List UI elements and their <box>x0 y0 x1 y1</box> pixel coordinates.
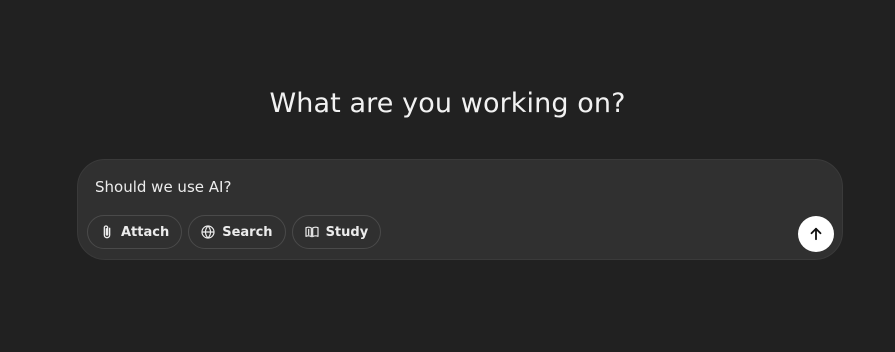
study-label: Study <box>325 224 369 240</box>
paperclip-icon <box>99 224 115 240</box>
search-button[interactable]: Search <box>188 215 286 249</box>
chat-home: What are you working on? Should we use A… <box>0 0 895 352</box>
send-button[interactable] <box>798 216 834 252</box>
arrow-up-icon <box>807 225 825 243</box>
prompt-input[interactable]: Should we use AI? <box>95 178 231 196</box>
attach-button[interactable]: Attach <box>87 215 183 249</box>
attach-label: Attach <box>121 224 170 240</box>
book-icon <box>304 224 320 240</box>
prompt-composer: Should we use AI? Attach Search Study <box>77 159 843 260</box>
study-button[interactable]: Study <box>291 215 382 249</box>
search-label: Search <box>222 224 273 240</box>
globe-icon <box>200 224 216 240</box>
page-title: What are you working on? <box>269 88 626 119</box>
composer-toolbar: Attach Search Study <box>87 215 382 249</box>
